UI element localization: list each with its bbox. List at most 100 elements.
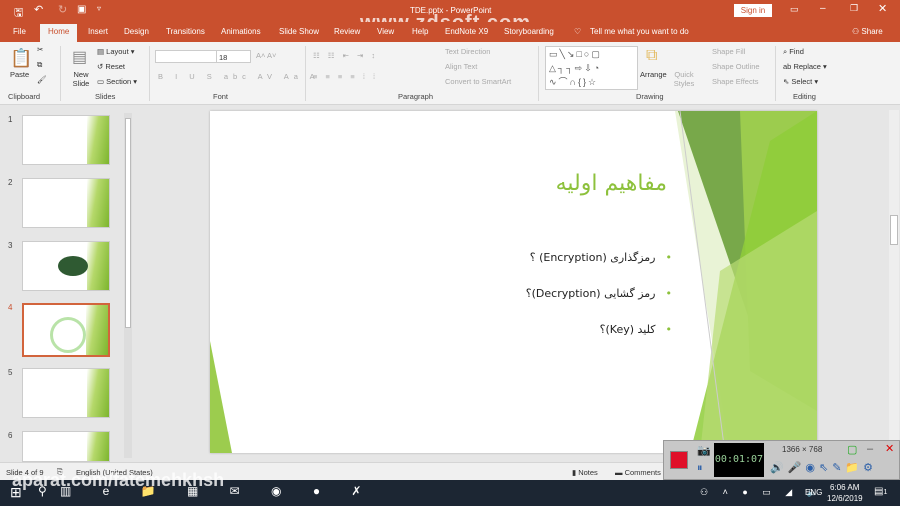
slide-thumbnail-4[interactable] [22, 303, 110, 357]
align-text-button[interactable]: Align Text [445, 62, 477, 71]
save-icon[interactable]: 🖫 [14, 4, 23, 23]
shape-outline-button[interactable]: Shape Outline [712, 62, 760, 71]
notification-count: 1 [883, 489, 888, 496]
bullet-text: کلید (Key)؟ [599, 323, 656, 336]
record-stop-button[interactable] [670, 451, 688, 469]
font-format-buttons[interactable]: B I U S abc AV Aa A [158, 72, 320, 81]
comments-button[interactable]: ▬ Comments [615, 468, 661, 477]
camera-icon[interactable]: 📷 [697, 444, 711, 457]
group-slides: Slides [95, 92, 116, 101]
cut-icon[interactable]: ✂ [37, 45, 43, 54]
customize-qat-icon[interactable]: ▿ [97, 4, 101, 13]
slide-scrollbar[interactable] [889, 110, 899, 458]
tab-insert[interactable]: Insert [88, 27, 108, 36]
copy-icon[interactable]: ⧉ [37, 60, 42, 70]
ribbon: 📋 Paste ✂ ⧉ 🖌 Clipboard ▤ New Slide ▤ La… [0, 42, 900, 105]
slide-thumbnail-1[interactable] [22, 115, 110, 165]
select-button[interactable]: ⇖ Select ▾ [783, 77, 818, 86]
format-painter-icon[interactable]: 🖌 [37, 75, 47, 84]
replace-button[interactable]: ab Replace ▾ [783, 62, 827, 71]
pause-button[interactable]: ⏸ [697, 462, 703, 475]
shape-fill-button[interactable]: Shape Fill [712, 47, 745, 56]
slide-decoration [210, 111, 817, 453]
slide-thumbnail-5[interactable] [22, 368, 110, 418]
font-size-dropdown[interactable]: 18 [216, 50, 251, 63]
group-drawing: Drawing [636, 92, 664, 101]
section-label: Section [106, 77, 132, 86]
quick-styles-button[interactable]: Quick Styles [672, 70, 696, 88]
share-label: Share [861, 27, 883, 36]
region-icon[interactable]: ▢ [847, 443, 857, 456]
thumb-number: 1 [8, 115, 13, 124]
restore-button[interactable]: ❐ [850, 3, 858, 14]
title-bar: 🖫 ↶ ↻ ▣ ▿ TDE.pptx - PowerPoint www.zdso… [0, 0, 900, 34]
slide-thumbnail-6[interactable] [22, 431, 110, 462]
thumb-number: 6 [8, 431, 13, 440]
lightbulb-icon: ♡ [574, 27, 582, 36]
tab-view[interactable]: View [377, 27, 394, 36]
find-button[interactable]: ⌕ Find [783, 47, 804, 57]
list-buttons[interactable]: ☷ ☷ ⇤ ⇥ ↕ [313, 51, 378, 60]
tab-slide-show[interactable]: Slide Show [279, 27, 319, 36]
reset-button[interactable]: ↺ Reset [97, 62, 125, 71]
bullet-text: رمزگذاری (Encryption) ؟ [529, 251, 656, 264]
new-slide-button[interactable]: New Slide [69, 70, 93, 88]
shapes-gallery[interactable]: ▭╲↘□○▢ △┐┐⇨⇩◔ ∿⌒∩{}☆ [545, 46, 638, 90]
group-font: Font [213, 92, 229, 101]
tab-animations[interactable]: Animations [221, 27, 261, 36]
find-label: Find [789, 47, 804, 56]
tab-endnote[interactable]: EndNote X9 [445, 27, 488, 36]
tab-storyboarding[interactable]: Storyboarding [504, 27, 554, 36]
input-language[interactable]: ENG [805, 488, 822, 497]
notifications-icon[interactable]: ▤1 [874, 486, 887, 497]
bullet-text: رمز گشایی (Decryption)؟ [525, 287, 656, 300]
slide-thumbnail-3[interactable] [22, 241, 110, 291]
tab-design[interactable]: Design [124, 27, 149, 36]
font-name-dropdown[interactable] [155, 50, 217, 63]
bullet-item: •رمزگذاری (Encryption) ؟ [529, 251, 672, 264]
text-direction-button[interactable]: Text Direction [445, 47, 490, 56]
slide-thumbnail-2[interactable] [22, 178, 110, 228]
new-slide-icon[interactable]: ▤ [72, 47, 87, 67]
convert-smartart-button[interactable]: Convert to SmartArt [445, 77, 511, 86]
slide-canvas[interactable]: مفاهیم اولیه •رمزگذاری (Encryption) ؟ •ر… [210, 111, 817, 453]
tab-transitions[interactable]: Transitions [166, 27, 205, 36]
paste-button[interactable]: Paste [10, 70, 29, 79]
slide-thumbnails-pane: 1 2 3 4 5 6 [0, 105, 135, 462]
shape-effects-button[interactable]: Shape Effects [712, 77, 759, 86]
arrange-button[interactable]: Arrange [640, 70, 667, 79]
tab-review[interactable]: Review [334, 27, 360, 36]
recording-resolution: 1366 × 768 [782, 445, 823, 454]
ribbon-display-icon[interactable]: ▭ [790, 4, 799, 15]
present-icon[interactable]: ▣ [77, 4, 86, 15]
align-buttons[interactable]: ≡ ≡ ≡ ≡ ⁞ ⁞ [313, 72, 378, 81]
paste-icon[interactable]: 📋 [10, 48, 32, 69]
arrange-icon[interactable]: ⧉ [646, 47, 657, 65]
layout-button[interactable]: ▤ Layout ▾ [97, 47, 135, 56]
recorder-tools[interactable]: 🔊🎤◉⇖✎📁⚙ [770, 461, 877, 474]
group-editing: Editing [793, 92, 816, 101]
taskbar: ⊞ ⚲ ▥ e 📁 ▦ ✉ ◉ ● ✗ aparat.com/fatemehkh… [0, 470, 900, 506]
clock-date[interactable]: 12/6/2019 [827, 494, 863, 503]
bullet-item: •کلید (Key)؟ [599, 323, 672, 336]
clock-time[interactable]: 6:06 AM [830, 483, 859, 492]
bullet-item: •رمز گشایی (Decryption)؟ [525, 287, 672, 300]
sign-in-button[interactable]: Sign in [734, 4, 772, 17]
font-grow-shrink-icons[interactable]: A˄ A˅ [256, 51, 276, 60]
share-button[interactable]: ⚇ Share [852, 27, 883, 36]
undo-icon[interactable]: ↶ [34, 3, 43, 16]
notes-button[interactable]: ▮ Notes [572, 468, 598, 477]
tab-help[interactable]: Help [412, 27, 428, 36]
close-button[interactable]: ✕ [878, 2, 887, 15]
group-paragraph: Paragraph [398, 92, 434, 101]
tab-home[interactable]: Home [40, 24, 78, 42]
thumbnails-scrollbar[interactable] [124, 113, 132, 458]
minimize-button[interactable]: – [820, 3, 826, 14]
section-button[interactable]: ▭ Section ▾ [97, 77, 137, 86]
recorder-close-icon[interactable]: ✕ [885, 442, 894, 455]
tab-file[interactable]: File [13, 27, 26, 36]
thumb-number: 5 [8, 368, 13, 377]
tell-me-input[interactable]: Tell me what you want to do [590, 27, 689, 36]
redo-icon[interactable]: ↻ [58, 3, 67, 16]
recorder-minimize-icon[interactable]: – [867, 443, 873, 455]
